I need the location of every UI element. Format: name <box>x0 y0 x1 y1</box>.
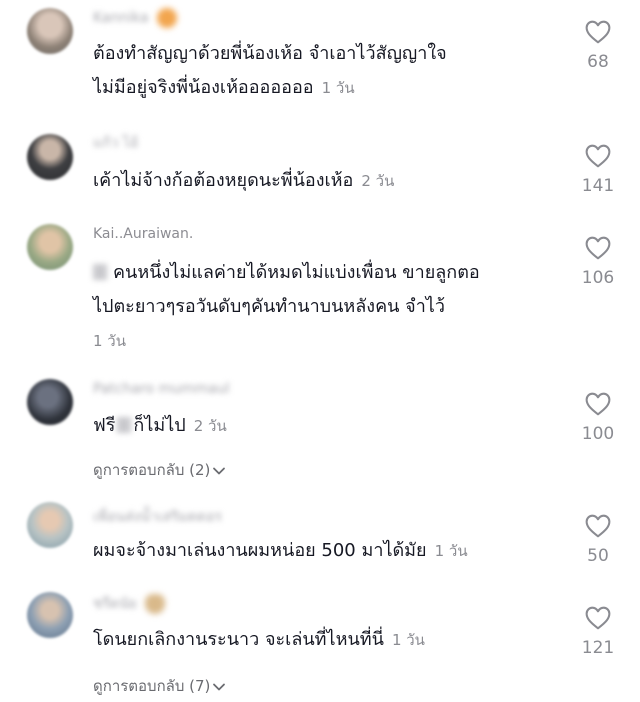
view-replies-button[interactable]: ดูการตอบกลับ (7) <box>93 674 226 698</box>
avatar[interactable] <box>27 224 73 270</box>
like-button[interactable]: 50 <box>578 514 618 566</box>
avatar[interactable] <box>27 502 73 548</box>
username[interactable]: ชรีดนัย <box>93 593 165 615</box>
like-count: 106 <box>581 268 615 288</box>
heart-icon <box>585 392 611 416</box>
username[interactable]: แก้ว ไอ้ <box>93 132 138 154</box>
heart-icon <box>585 20 611 44</box>
comment-time: 2 วัน <box>193 417 227 435</box>
comment-time: 1 วัน <box>321 79 355 97</box>
chevron-down-icon <box>212 464 226 482</box>
like-button[interactable]: 141 <box>578 144 618 196</box>
username[interactable]: Patcharo mummaul <box>93 381 230 397</box>
like-count: 68 <box>587 52 609 72</box>
like-count: 121 <box>581 638 615 658</box>
comment-time: 2 วัน <box>361 172 395 190</box>
like-button[interactable]: 100 <box>578 392 618 444</box>
heart-icon <box>585 514 611 538</box>
like-button[interactable]: 106 <box>578 236 618 288</box>
censored-sticker <box>117 417 132 433</box>
comment-text: โดนยกเลิกงานระนาว จะเล่นที่ไหนที่นี่ 1 วั… <box>93 629 425 650</box>
like-count: 100 <box>581 424 615 444</box>
heart-icon <box>585 144 611 168</box>
comment-text: ต้องทำสัญญาด้วยพี่น้องเห้อ จำเอาไว้สัญญา… <box>93 43 447 98</box>
heart-icon <box>585 606 611 630</box>
avatar[interactable] <box>27 134 73 180</box>
comment-time: 1 วัน <box>93 332 126 350</box>
username[interactable]: Kannika <box>93 8 177 28</box>
comment-text: ผมจะจ้างมาเล่นงานผมหน่อย 500 มาได้มัย 1 ว… <box>93 540 468 561</box>
avatar[interactable] <box>27 379 73 425</box>
like-count: 50 <box>587 546 609 566</box>
comment-text: เค้าไม่จ้างก้อต้องหยุดนะพี่น้องเห้อ 2 วัน <box>93 170 395 191</box>
heart-icon <box>585 236 611 260</box>
chevron-down-icon <box>212 680 226 698</box>
avatar[interactable] <box>27 8 73 54</box>
avatar[interactable] <box>27 592 73 638</box>
comment-time: 1 วัน <box>391 631 425 649</box>
username[interactable]: Kai..Auraiwan. <box>93 226 193 242</box>
username[interactable]: เพื่อนส่งน้ำเสริมดดอร <box>93 506 222 528</box>
bear-emoji-icon <box>144 594 165 614</box>
view-replies-button[interactable]: ดูการตอบกลับ (2) <box>93 458 226 482</box>
comment-text: คนหนึ่งไม่แลค่ายได้หมดไม่แบ่งเพื่อน ขายล… <box>93 262 480 350</box>
comment-text: ฟรี ก็ไม่ไป 2 วัน <box>93 415 227 436</box>
like-button[interactable]: 68 <box>578 20 618 72</box>
smile-emoji-icon <box>156 8 177 28</box>
censored-sticker <box>93 264 107 280</box>
like-button[interactable]: 121 <box>578 606 618 658</box>
comment-time: 1 วัน <box>434 542 468 560</box>
like-count: 141 <box>581 176 615 196</box>
